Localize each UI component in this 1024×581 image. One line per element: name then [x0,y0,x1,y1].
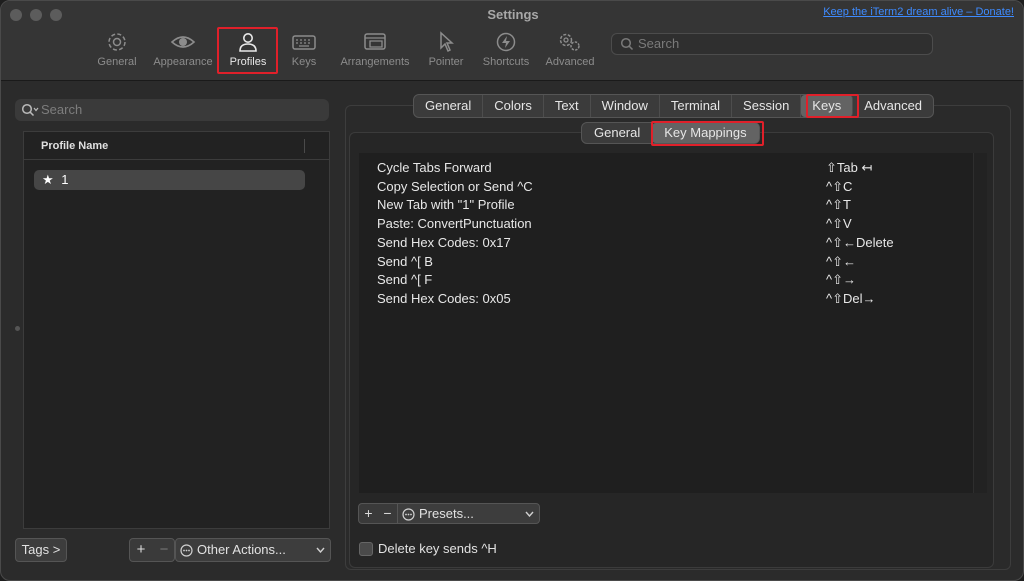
bolt-icon [496,32,516,52]
toolbar-general-label: General [97,56,137,68]
mapping-action: Send ^[ B [377,254,433,269]
profile-row[interactable]: ★ 1 [34,170,305,190]
toolbar-arrangements[interactable]: Arrangements [337,31,413,68]
mapping-action: Send Hex Codes: 0x17 [377,235,511,250]
mapping-key: ^⇧Del→ [826,291,876,306]
table-row[interactable]: Send ^[ F ^⇧→ [359,270,973,289]
toolbar-keys[interactable]: Keys [288,31,320,68]
tags-button[interactable]: Tags > [15,538,67,562]
settings-window: Settings Keep the iTerm2 dream alive – D… [0,0,1024,581]
remove-profile-button[interactable]: − [153,539,175,561]
chevron-down-icon [316,547,325,553]
tab-terminal[interactable]: Terminal [660,95,733,117]
toolbar-shortcuts[interactable]: Shortcuts [480,31,532,68]
table-row[interactable]: Send Hex Codes: 0x05 ^⇧Del→ [359,289,973,308]
toolbar-appearance[interactable]: Appearance [151,31,215,68]
delete-key-sends-ctrl-h-checkbox[interactable] [359,542,373,556]
tab-colors[interactable]: Colors [483,95,544,117]
keys-tab-highlight [806,94,859,118]
key-mappings-table[interactable]: Cycle Tabs Forward ⇧Tab ↤ Copy Selection… [359,153,973,493]
mapping-add-remove: + − [358,503,398,524]
profile-name-header-label: Profile Name [41,140,109,152]
toolbar-keys-label: Keys [291,56,317,68]
pointer-icon [440,31,454,53]
keyboard-icon [292,35,316,50]
mappings-scrollbar[interactable] [973,153,987,493]
mapping-key: ⇧Tab ↤ [826,160,873,175]
mapping-action: Paste: ConvertPunctuation [377,216,532,231]
profile-search-placeholder: Search [41,102,83,117]
profile-add-remove: + − [129,538,175,562]
eye-icon [170,36,196,48]
mapping-key: ^⇧V [826,216,852,231]
person-icon [239,33,257,52]
table-row[interactable]: Send Hex Codes: 0x17 ^⇧←Delete [359,233,973,252]
toolbar-profiles[interactable]: Profiles [225,31,271,68]
mapping-key: ^⇧→ [826,272,856,287]
toolbar-search-input[interactable]: Search [611,33,933,55]
toolbar-appearance-label: Appearance [153,56,213,68]
subtab-general[interactable]: General [582,123,652,143]
gear-icon [108,33,126,51]
windows-icon [364,33,386,50]
mapping-action: Send ^[ F [377,272,433,287]
mapping-action: Copy Selection or Send ^C [377,179,533,194]
tab-general[interactable]: General [414,95,484,117]
add-profile-button[interactable]: + [130,539,152,561]
mapping-action: Send Hex Codes: 0x05 [377,291,511,306]
tab-advanced[interactable]: Advanced [853,95,933,117]
toolbar-advanced-label: Advanced [545,56,595,68]
toolbar-arrangements-label: Arrangements [340,56,410,68]
toolbar-general[interactable]: General [96,31,138,68]
search-icon [620,37,634,51]
other-actions-label: Other Actions... [197,542,286,557]
toolbar: Settings Keep the iTerm2 dream alive – D… [1,1,1023,81]
table-row[interactable]: Copy Selection or Send ^C ^⇧C [359,177,973,196]
remove-mapping-button[interactable]: − [378,504,397,523]
tab-session[interactable]: Session [732,95,802,117]
toolbar-pointer-label: Pointer [428,56,464,68]
donate-link[interactable]: Keep the iTerm2 dream alive – Donate! [823,6,1014,18]
table-row[interactable]: Cycle Tabs Forward ⇧Tab ↤ [359,158,973,177]
profile-search-input[interactable]: Search [15,99,329,121]
chevron-down-icon [525,511,534,517]
profile-name: 1 [61,172,69,187]
tab-window[interactable]: Window [591,95,660,117]
mapping-key: ^⇧←Delete [826,235,894,250]
default-star-icon: ★ [42,172,54,187]
profile-name-column-header[interactable]: Profile Name [24,132,329,160]
other-actions-popup[interactable]: Other Actions... [175,538,331,562]
mapping-key: ^⇧C [826,179,853,194]
table-row[interactable]: Send ^[ B ^⇧← [359,252,973,271]
tab-text[interactable]: Text [544,95,591,117]
column-separator [304,139,305,153]
gears-icon [559,33,580,51]
mapping-action: Cycle Tabs Forward [377,160,492,175]
split-handle[interactable] [15,326,20,331]
ellipsis-circle-icon [180,544,193,557]
mapping-action: New Tab with "1" Profile [377,197,515,212]
profile-list: Profile Name ★ 1 [23,131,330,529]
mapping-key: ^⇧← [826,254,856,269]
presets-label: Presets... [419,506,474,521]
presets-popup[interactable]: Presets... [397,503,540,524]
toolbar-pointer[interactable]: Pointer [426,31,466,68]
key-mappings-highlight [651,121,764,146]
toolbar-shortcuts-label: Shortcuts [482,56,530,68]
toolbar-profiles-label: Profiles [229,56,267,68]
ellipsis-circle-icon [402,508,415,521]
delete-key-sends-ctrl-h-label: Delete key sends ^H [378,541,497,556]
toolbar-search-placeholder: Search [638,36,680,51]
table-row[interactable]: Paste: ConvertPunctuation ^⇧V [359,214,973,233]
toolbar-advanced[interactable]: Advanced [543,31,597,68]
add-mapping-button[interactable]: + [359,504,378,523]
search-icon [21,103,39,117]
mapping-key: ^⇧T [826,197,851,212]
table-row[interactable]: New Tab with "1" Profile ^⇧T [359,195,973,214]
